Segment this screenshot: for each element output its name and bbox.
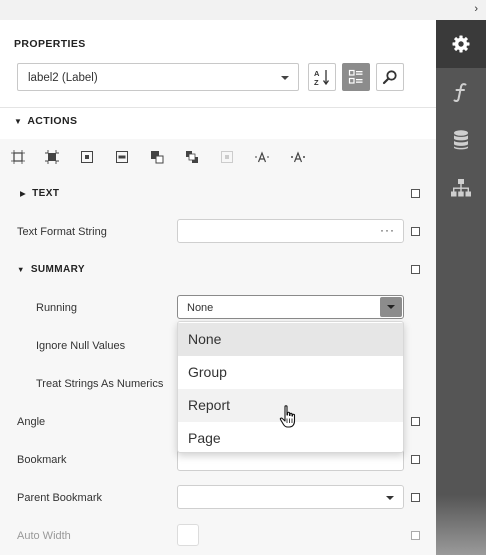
sidebar-fade (436, 495, 486, 555)
treat-strings-as-numerics-label: Treat Strings As Numerics (36, 378, 164, 390)
sort-alphabetically-button[interactable]: A Z (308, 63, 336, 91)
summary-section-label: SUMMARY (30, 264, 85, 275)
collapse-triangle-icon: ▼ (17, 265, 25, 274)
hand-cursor-icon (279, 405, 296, 428)
text-format-string-label: Text Format String (17, 226, 107, 238)
parent-bookmark-checkbox[interactable] (411, 493, 420, 502)
text-section-label: TEXT (32, 188, 60, 199)
tab-field-list[interactable] (436, 116, 486, 164)
center-vertically-icon[interactable] (115, 150, 129, 164)
send-to-back-icon[interactable] (185, 150, 199, 164)
auto-width-checkbox[interactable] (177, 524, 199, 546)
dropdown-option-group[interactable]: Group (178, 356, 403, 389)
text-section-header[interactable]: ▶ TEXT (20, 188, 59, 199)
parent-bookmark-select[interactable] (177, 485, 404, 509)
search-icon (382, 70, 397, 85)
search-button[interactable] (376, 63, 404, 91)
summary-section-header[interactable]: ▼ SUMMARY (17, 264, 85, 275)
angle-checkbox[interactable] (411, 417, 420, 426)
running-dropdown-list: None Group Report Page (177, 321, 404, 453)
function-icon (453, 83, 467, 102)
dropdown-option-none[interactable]: None (178, 323, 403, 356)
chevron-right-icon[interactable]: › (474, 3, 478, 15)
chevron-down-icon (281, 76, 289, 80)
expand-triangle-icon: ▶ (20, 189, 27, 198)
bookmark-checkbox[interactable] (411, 455, 420, 464)
parent-bookmark-label: Parent Bookmark (17, 492, 102, 504)
actions-label: ACTIONS (27, 115, 78, 127)
tab-expressions[interactable] (436, 68, 486, 116)
database-icon (454, 130, 468, 150)
center-horizontally-icon[interactable] (80, 150, 94, 164)
fit-to-container-icon[interactable] (45, 150, 59, 164)
fit-bounds-icon[interactable] (11, 150, 25, 164)
hierarchy-icon (451, 179, 471, 197)
divider (0, 107, 436, 108)
running-label: Running (36, 302, 77, 314)
side-tab-bar: › (436, 0, 486, 555)
auto-width-label: Auto Width (17, 530, 71, 542)
actions-toolbar (0, 144, 436, 170)
angle-label: Angle (17, 416, 46, 428)
chevron-down-icon (386, 496, 394, 500)
auto-width-reset-checkbox[interactable] (411, 531, 420, 540)
properties-panel: PROPERTIES label2 (Label) A Z ▼ ACTIONS … (0, 20, 436, 555)
running-select[interactable]: None (177, 295, 404, 319)
actions-section-header[interactable]: ▼ ACTIONS (14, 115, 77, 127)
bookmark-label: Bookmark (17, 454, 67, 466)
component-selector[interactable]: label2 (Label) (17, 63, 299, 91)
tab-properties[interactable] (436, 20, 486, 68)
text-section-checkbox[interactable] (411, 189, 420, 198)
running-select-value: None (187, 302, 214, 314)
categories-icon (348, 69, 363, 84)
sort-az-icon: A Z (314, 69, 330, 86)
ellipsis-button[interactable]: ··· (380, 223, 395, 237)
text-format-string-field[interactable]: ··· (177, 219, 404, 243)
collapse-panel-button[interactable]: › (436, 0, 486, 20)
bring-to-front-icon[interactable] (150, 150, 164, 164)
gear-icon (452, 35, 470, 53)
component-selector-value: label2 (Label) (28, 72, 98, 84)
dropdown-toggle-button[interactable] (380, 297, 402, 317)
panel-title: PROPERTIES (14, 38, 86, 50)
tab-report-explorer[interactable] (436, 164, 486, 212)
decrease-font-icon[interactable] (255, 150, 269, 164)
increase-font-icon[interactable] (291, 150, 305, 164)
top-strip (0, 0, 436, 20)
ignore-null-values-label: Ignore Null Values (36, 340, 126, 352)
collapse-triangle-icon: ▼ (14, 117, 23, 126)
text-format-string-checkbox[interactable] (411, 227, 420, 236)
show-categories-button[interactable] (342, 63, 370, 91)
disabled-action-icon (221, 151, 233, 163)
svg-text:Z: Z (314, 78, 319, 86)
summary-section-checkbox[interactable] (411, 265, 420, 274)
svg-text:A: A (314, 69, 320, 78)
